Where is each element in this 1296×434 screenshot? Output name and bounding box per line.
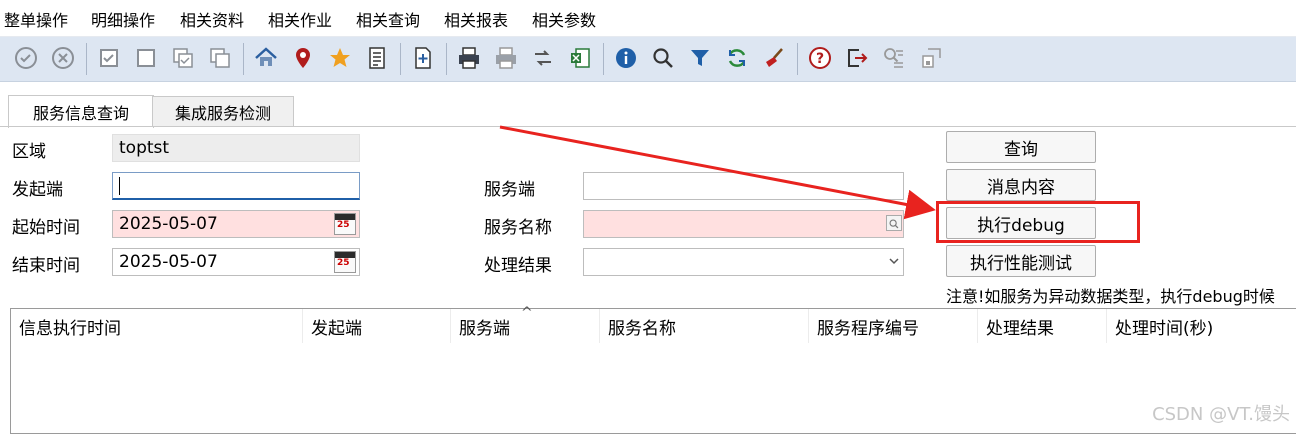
- column-header[interactable]: 发起端: [303, 309, 451, 343]
- calendar-icon[interactable]: 25: [334, 251, 356, 273]
- result-label: 处理结果: [484, 256, 552, 276]
- region-label: 区域: [12, 142, 46, 162]
- refresh-icon[interactable]: [722, 43, 752, 73]
- initiator-input[interactable]: [112, 172, 360, 200]
- map-pin-icon[interactable]: [288, 43, 318, 73]
- start-time-value: 2025-05-07: [119, 214, 218, 234]
- chevron-down-icon[interactable]: [888, 252, 900, 271]
- start-time-label: 起始时间: [12, 218, 80, 238]
- menu-related-data[interactable]: 相关资料: [180, 7, 244, 31]
- service-name-label: 服务名称: [484, 218, 552, 238]
- service-name-input[interactable]: [583, 210, 904, 238]
- end-time-input[interactable]: 2025-05-07: [112, 248, 360, 276]
- help-icon[interactable]: ?: [805, 43, 835, 73]
- region-field: toptst: [112, 134, 360, 162]
- result-grid: 信息执行时间 发起端 服务端 服务名称 服务程序编号 处理结果 处理时间(秒) …: [10, 305, 1296, 434]
- menu-related-job[interactable]: 相关作业: [268, 7, 332, 31]
- end-time-label: 结束时间: [12, 256, 80, 276]
- broom-icon[interactable]: [759, 43, 789, 73]
- performance-test-button[interactable]: 执行性能测试: [946, 245, 1096, 277]
- server-input[interactable]: [583, 172, 904, 200]
- tab-divider: [0, 126, 1296, 127]
- print-icon[interactable]: [454, 43, 484, 73]
- print-gray-icon[interactable]: [491, 43, 521, 73]
- toolbar: ?: [0, 37, 1296, 82]
- menu-related-report[interactable]: 相关报表: [444, 7, 508, 31]
- initiator-label: 发起端: [12, 180, 63, 200]
- home-icon[interactable]: [251, 43, 281, 73]
- column-header[interactable]: 信息执行时间: [11, 309, 303, 343]
- exit-icon[interactable]: [842, 43, 872, 73]
- cancel-circle-icon[interactable]: [48, 43, 78, 73]
- info-icon[interactable]: [611, 43, 641, 73]
- star-icon[interactable]: [325, 43, 355, 73]
- column-header[interactable]: 服务名称: [600, 309, 809, 343]
- annotation-highlight-box: [936, 201, 1140, 243]
- filter-icon[interactable]: [685, 43, 715, 73]
- region-value: toptst: [119, 138, 170, 158]
- transfer-icon[interactable]: [528, 43, 558, 73]
- menu-bar: 整单操作 明细操作 相关资料 相关作业 相关查询 相关报表 相关参数: [0, 0, 1296, 37]
- sort-indicator-icon: ^: [521, 305, 533, 321]
- server-label: 服务端: [484, 180, 535, 200]
- svg-text:?: ?: [816, 51, 824, 67]
- text-caret: [119, 176, 120, 195]
- add-page-icon[interactable]: [408, 43, 438, 73]
- square-icon[interactable]: [131, 43, 161, 73]
- checkbox-icon[interactable]: [94, 43, 124, 73]
- lookup-icon[interactable]: [886, 215, 902, 231]
- copy-check-icon[interactable]: [168, 43, 198, 73]
- export-icon[interactable]: [916, 43, 946, 73]
- watermark: CSDN @VT.馒头: [1152, 404, 1290, 425]
- calendar-icon[interactable]: 25: [334, 213, 356, 235]
- column-header[interactable]: 处理时间(秒): [1107, 309, 1296, 343]
- copy-icon[interactable]: [205, 43, 235, 73]
- end-time-value: 2025-05-07: [119, 252, 218, 272]
- result-select[interactable]: [583, 248, 904, 276]
- menu-detail[interactable]: 明细操作: [91, 7, 155, 31]
- tab-service-info-query[interactable]: 服务信息查询: [8, 95, 154, 128]
- notice-text: 注意!如服务为异动数据类型，执行debug时候: [946, 287, 1275, 306]
- message-content-button[interactable]: 消息内容: [946, 169, 1096, 201]
- column-header[interactable]: 处理结果: [978, 309, 1107, 343]
- document-list-icon[interactable]: [362, 43, 392, 73]
- start-time-input[interactable]: 2025-05-07: [112, 210, 360, 238]
- search-icon[interactable]: [648, 43, 678, 73]
- menu-whole-order[interactable]: 整单操作: [4, 7, 68, 31]
- column-header[interactable]: 服务程序编号: [809, 309, 978, 343]
- menu-related-params[interactable]: 相关参数: [532, 7, 596, 31]
- query-button[interactable]: 查询: [946, 131, 1096, 163]
- excel-icon[interactable]: [565, 43, 595, 73]
- check-circle-icon[interactable]: [11, 43, 41, 73]
- menu-related-query[interactable]: 相关查询: [356, 7, 420, 31]
- tab-integration-service-check[interactable]: 集成服务检测: [152, 96, 294, 127]
- search-list-icon[interactable]: [879, 43, 909, 73]
